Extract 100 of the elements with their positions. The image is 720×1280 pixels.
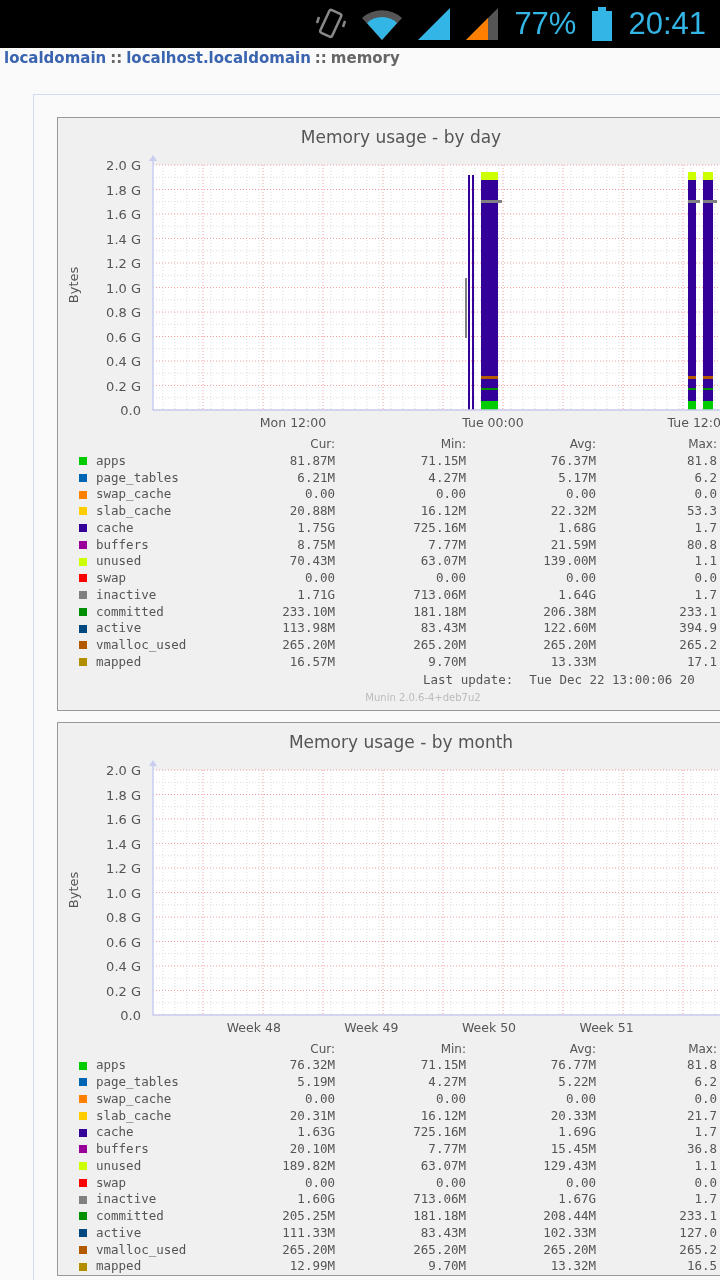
legend-name: slab_cache	[96, 1107, 173, 1125]
column-header: Max:	[687, 436, 717, 453]
y-tick-label: 0.4 G	[106, 958, 141, 974]
legend-value: 80.8	[685, 536, 717, 554]
legend-value: 139.00M	[542, 553, 596, 570]
legend-name: page_tables	[96, 469, 180, 487]
legend-value: 265.20M	[542, 637, 596, 654]
legend-name: committed	[96, 1208, 165, 1225]
vibrate-icon	[316, 7, 347, 41]
column-header: Avg:	[568, 1040, 596, 1058]
legend-value: 208.44M	[542, 1208, 596, 1225]
legend-value: 0.00	[303, 1090, 335, 1108]
legend-value: 76.32M	[288, 1057, 335, 1074]
legend-value: 265.20M	[412, 1241, 466, 1259]
legend-value: 71.15M	[419, 452, 466, 470]
legend-value: 13.33M	[549, 653, 596, 671]
legend-value: 205.25M	[281, 1208, 335, 1225]
legend-value: 12.99M	[288, 1258, 335, 1275]
y-tick-label: 0.0	[120, 1007, 141, 1023]
legend-name: inactive	[96, 1191, 158, 1208]
legend-value: 1.7	[693, 586, 717, 604]
breadcrumb-link[interactable]: localdomain	[4, 49, 107, 67]
x-tick-label: Tue 12:0	[667, 415, 720, 430]
legend-value: 1.63G	[296, 1124, 335, 1141]
legend-value: 83.43M	[419, 1224, 466, 1242]
column-header: Min:	[439, 436, 466, 453]
legend-value: 5.22M	[557, 1074, 596, 1091]
column-header: Cur:	[309, 436, 335, 453]
column-header: Max:	[687, 1040, 717, 1058]
legend-value: 0.00	[564, 486, 596, 503]
signal-icon	[418, 8, 451, 40]
legend-value: 0.0	[693, 570, 717, 587]
last-update-label: Last update:	[423, 670, 514, 688]
legend-name: page_tables	[96, 1074, 180, 1091]
y-tick-label: 0.6 G	[106, 934, 141, 949]
legend-value: 1.67G	[557, 1191, 596, 1208]
x-tick-label: Mon 12:00	[259, 415, 327, 430]
legend-value: 1.64G	[557, 586, 596, 604]
legend-value: 394.9	[678, 620, 717, 637]
breadcrumb-link[interactable]: localhost.localdomain	[126, 49, 311, 67]
legend-value: 16.12M	[419, 503, 466, 520]
legend-name: apps	[96, 1057, 128, 1074]
y-tick-label: 0.8 G	[106, 305, 141, 320]
legend-value: 71.15M	[419, 1057, 466, 1074]
legend-value: 0.00	[564, 570, 596, 587]
legend-value: 63.07M	[419, 553, 466, 570]
legend-value: 1.1	[693, 553, 717, 570]
legend-value: 0.00	[564, 1174, 596, 1192]
legend-value: 9.70M	[427, 1258, 466, 1275]
legend-value: 265.20M	[412, 637, 466, 654]
legend-name: vmalloc_used	[96, 637, 188, 654]
legend-value: 0.00	[564, 1090, 596, 1108]
legend-value: 21.59M	[549, 536, 596, 554]
legend-value: 7.77M	[427, 1141, 466, 1158]
y-tick-label: 1.2 G	[106, 256, 141, 271]
y-tick-label: 1.4 G	[106, 231, 141, 247]
legend-value: 13.32M	[549, 1258, 596, 1275]
legend-value: 233.1	[678, 1208, 717, 1225]
legend-value: 127.0	[678, 1224, 717, 1242]
legend-value: 53.3	[685, 503, 717, 520]
legend-value: 20.10M	[288, 1141, 335, 1158]
y-tick-label: 1.6 G	[106, 207, 141, 222]
legend-value: 181.18M	[412, 603, 466, 621]
legend-name: slab_cache	[96, 503, 173, 520]
y-tick-label: 0.4 G	[106, 354, 141, 369]
legend-value: 265.20M	[281, 1241, 335, 1259]
y-axis-label: Bytes	[66, 871, 81, 908]
legend-name: buffers	[96, 1141, 150, 1158]
legend-value: 181.18M	[412, 1208, 466, 1225]
y-tick-label: 1.2 G	[106, 860, 141, 876]
legend-name: vmalloc_used	[96, 1241, 188, 1259]
y-tick-label: 0.2 G	[106, 378, 141, 394]
legend-value: 0.00	[303, 486, 335, 503]
y-tick-label: 1.8 G	[106, 787, 141, 802]
legend-value: 233.10M	[281, 603, 335, 621]
legend-value: 81.8	[685, 1057, 717, 1074]
legend-value: 76.77M	[549, 1057, 596, 1074]
legend-name: cache	[96, 1124, 135, 1141]
legend-name: mapped	[96, 653, 143, 671]
legend-value: 70.43M	[288, 553, 335, 570]
legend-value: 1.1	[693, 1157, 717, 1175]
legend-value: 1.75G	[296, 519, 335, 537]
legend-name: unused	[96, 1157, 143, 1175]
legend-value: 0.0	[693, 486, 717, 503]
legend-value: 17.1	[685, 653, 717, 671]
legend-name: active	[96, 620, 143, 637]
legend-name: buffers	[96, 536, 150, 554]
battery-percent: 77%	[514, 4, 577, 43]
y-tick-label: 0.8 G	[106, 909, 141, 925]
legend-value: 265.2	[678, 1241, 717, 1259]
legend-name: cache	[96, 519, 135, 537]
legend-value: 15.45M	[549, 1141, 596, 1158]
legend-name: inactive	[96, 586, 158, 604]
legend-value: 1.7	[693, 1191, 717, 1208]
legend-value: 725.16M	[412, 519, 466, 537]
legend-value: 20.88M	[288, 503, 335, 520]
legend-value: 1.68G	[557, 519, 596, 537]
legend-value: 1.60G	[296, 1191, 335, 1208]
y-tick-label: 0.6 G	[106, 329, 141, 345]
legend-value: 16.57M	[288, 653, 335, 671]
